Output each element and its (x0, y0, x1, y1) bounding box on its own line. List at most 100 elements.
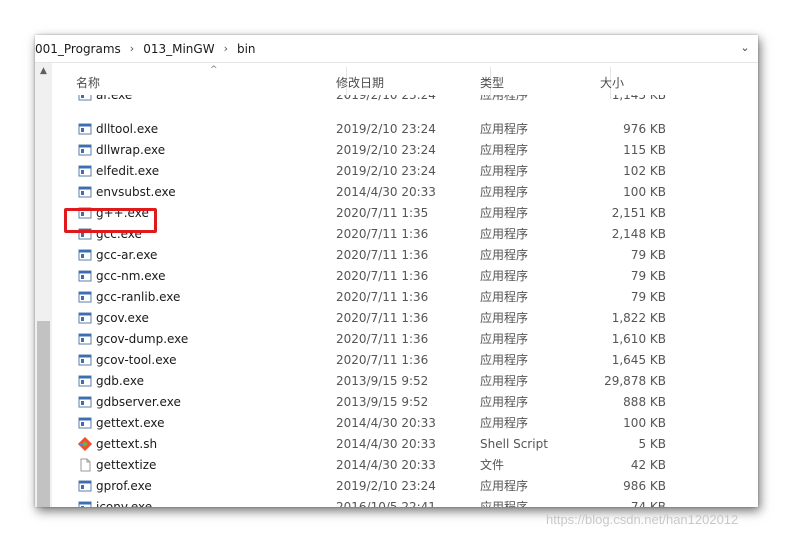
exe-icon (78, 248, 92, 262)
file-size: 100 KB (623, 416, 666, 430)
scroll-up-arrow-icon[interactable]: ▲ (35, 63, 52, 80)
file-type: 应用程序 (480, 122, 529, 136)
breadcrumb-item[interactable]: bin (237, 42, 256, 56)
file-row[interactable]: gdbserver.exe 2013/9/15 9:52 应用程序 888 KB (52, 392, 758, 413)
exe-icon (78, 122, 92, 136)
file-date: 2020/7/11 1:36 (336, 290, 429, 304)
exe-icon (78, 500, 92, 507)
file-type: 应用程序 (480, 332, 529, 346)
file-date: 2020/7/11 1:36 (336, 311, 429, 325)
file-row[interactable]: dlltool.exe 2019/2/10 23:24 应用程序 976 KB (52, 119, 758, 140)
exe-icon (78, 374, 92, 388)
file-type: 应用程序 (480, 353, 529, 367)
file-row[interactable]: gcc-ar.exe 2020/7/11 1:36 应用程序 79 KB (52, 245, 758, 266)
file-type: Shell Script (480, 437, 548, 451)
file-name: gprof.exe (96, 479, 152, 493)
exe-icon (78, 395, 92, 409)
file-type: 应用程序 (480, 290, 529, 304)
file-row[interactable]: gcov-tool.exe 2020/7/11 1:36 应用程序 1,645 KB (52, 350, 758, 371)
file-size: 100 KB (623, 185, 666, 199)
exe-icon (78, 269, 92, 283)
file-name: gcov-dump.exe (96, 332, 189, 346)
file-size: 115 KB (623, 143, 666, 157)
file-name: gcov.exe (96, 311, 149, 325)
file-row[interactable]: gcc-nm.exe 2020/7/11 1:36 应用程序 79 KB (52, 266, 758, 287)
file-date: 2020/7/11 1:36 (336, 269, 429, 283)
file-type: 应用程序 (480, 395, 529, 409)
address-bar[interactable]: 001_Programs › 013_MinGW › bin ⌄ (35, 35, 758, 63)
explorer-window: 001_Programs › 013_MinGW › bin ⌄ ▲ ^ 名称 … (35, 35, 758, 507)
file-date: 2014/4/30 20:33 (336, 185, 436, 199)
file-date: 2020/7/11 1:36 (336, 332, 429, 346)
file-row[interactable]: envsubst.exe 2014/4/30 20:33 应用程序 100 KB (52, 182, 758, 203)
file-size: 986 KB (623, 479, 666, 493)
file-row[interactable]: gdb.exe 2013/9/15 9:52 应用程序 29,878 KB (52, 371, 758, 392)
file-date: 2020/7/11 1:36 (336, 353, 429, 367)
file-row[interactable]: gettext.sh 2014/4/30 20:33 Shell Script 5 K… (52, 434, 758, 455)
file-date: 2020/7/11 1:35 (336, 206, 429, 220)
file-name: dllwrap.exe (96, 143, 166, 157)
file-row[interactable]: gcov.exe 2020/7/11 1:36 应用程序 1,822 KB (52, 308, 758, 329)
file-date: 2020/7/11 1:36 (336, 227, 429, 241)
file-size: 888 KB (623, 395, 666, 409)
file-date: 2014/4/30 20:33 (336, 416, 436, 430)
file-row[interactable]: elfedit.exe 2019/2/10 23:24 应用程序 102 KB (52, 161, 758, 182)
file-name: iconv.exe (96, 500, 153, 507)
file-row[interactable]: gettext.exe 2014/4/30 20:33 应用程序 100 KB (52, 413, 758, 434)
highlight-box (64, 208, 157, 233)
file-name: gcc-ranlib.exe (96, 290, 181, 304)
file-row[interactable]: gcc.exe 2020/7/11 1:36 应用程序 2,148 KB (52, 224, 758, 245)
file-row[interactable]: iconv.exe 2016/10/5 22:41 应用程序 74 KB (52, 497, 758, 507)
breadcrumb-separator-icon[interactable]: › (224, 42, 228, 55)
vertical-scrollbar[interactable]: ▲ (35, 63, 52, 507)
file-type: 应用程序 (480, 374, 529, 388)
file-type: 应用程序 (480, 479, 529, 493)
file-name: ar.exe (96, 95, 133, 102)
file-type: 应用程序 (480, 206, 529, 220)
address-dropdown-chevron-icon[interactable]: ⌄ (738, 41, 752, 55)
file-row[interactable]: gettextize 2014/4/30 20:33 文件 42 KB (52, 455, 758, 476)
file-type: 应用程序 (480, 185, 529, 199)
file-name: gdb.exe (96, 374, 144, 388)
breadcrumb-item[interactable]: 001_Programs (35, 42, 121, 56)
file-type: 应用程序 (480, 164, 529, 178)
breadcrumb-item[interactable]: 013_MinGW (143, 42, 214, 56)
blank-file-icon (78, 458, 92, 472)
file-size: 42 KB (630, 458, 666, 472)
file-size: 976 KB (623, 122, 666, 136)
file-list: ar.exe 2019/2/10 23:24 应用程序 1,145 KB dlltool… (52, 95, 758, 507)
file-row[interactable]: ar.exe 2019/2/10 23:24 应用程序 1,145 KB (52, 95, 758, 106)
file-size: 1,145 KB (611, 95, 666, 102)
file-type: 应用程序 (480, 143, 529, 157)
file-size: 79 KB (630, 248, 666, 262)
file-size: 74 KB (630, 500, 666, 507)
file-row[interactable]: dllwrap.exe 2019/2/10 23:24 应用程序 115 KB (52, 140, 758, 161)
exe-icon (78, 416, 92, 430)
file-name: elfedit.exe (96, 164, 160, 178)
file-date: 2019/2/10 23:24 (336, 164, 436, 178)
file-name: gettextize (96, 458, 157, 472)
file-date: 2013/9/15 9:52 (336, 395, 429, 409)
exe-icon (78, 479, 92, 493)
file-date: 2019/2/10 23:24 (336, 95, 436, 102)
file-type: 应用程序 (480, 248, 529, 262)
file-name: gcc-nm.exe (96, 269, 166, 283)
file-row[interactable]: gprof.exe 2019/2/10 23:24 应用程序 986 KB (52, 476, 758, 497)
file-row[interactable]: gcov-dump.exe 2020/7/11 1:36 应用程序 1,610 KB (52, 329, 758, 350)
file-type: 应用程序 (480, 416, 529, 430)
exe-icon (78, 332, 92, 346)
breadcrumb-separator-icon[interactable]: › (130, 42, 134, 55)
file-row[interactable]: g++.exe 2020/7/11 1:35 应用程序 2,151 KB (52, 203, 758, 224)
file-type: 应用程序 (480, 500, 529, 507)
file-date: 2014/4/30 20:33 (336, 458, 436, 472)
file-name: gcov-tool.exe (96, 353, 177, 367)
file-size: 79 KB (630, 290, 666, 304)
scrollbar-thumb[interactable] (37, 321, 50, 507)
file-row[interactable]: gcc-ranlib.exe 2020/7/11 1:36 应用程序 79 KB (52, 287, 758, 308)
exe-icon (78, 290, 92, 304)
file-size: 1,822 KB (611, 311, 666, 325)
exe-icon (78, 143, 92, 157)
exe-icon (78, 311, 92, 325)
file-date: 2016/10/5 22:41 (336, 500, 436, 507)
file-size: 1,610 KB (611, 332, 666, 346)
